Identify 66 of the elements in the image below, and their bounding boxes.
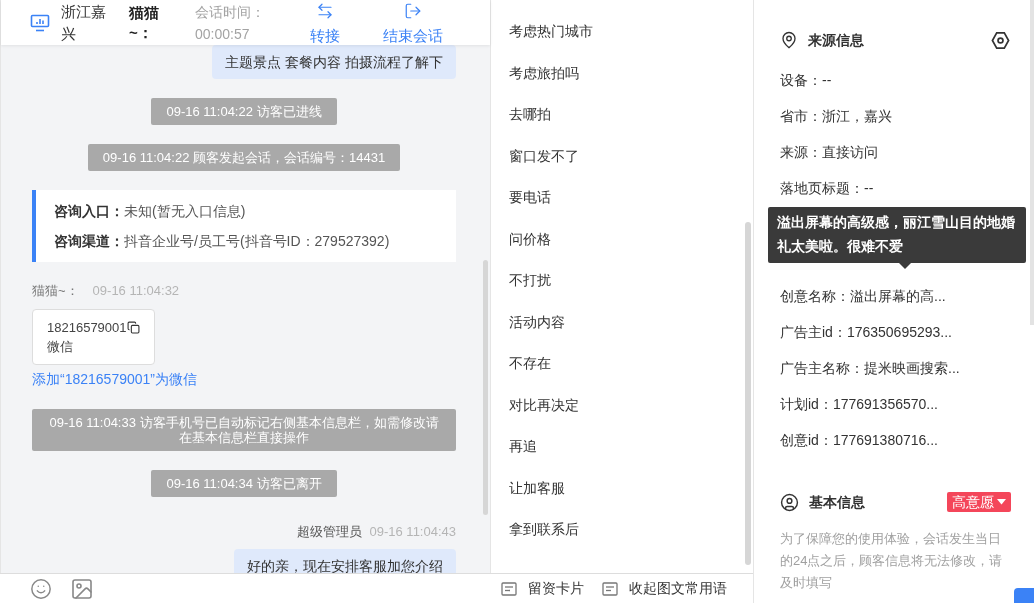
info-label: 咨询渠道： [54, 232, 124, 251]
exit-icon [404, 1, 422, 20]
quick-reply-item[interactable]: 窗口发不了 [509, 143, 753, 185]
note-text: 为了保障您的使用体验，会话发生当日的24点之后，顾客信息将无法修改，请及时填写 [780, 530, 1004, 592]
info-label: 咨询入口： [54, 202, 124, 221]
message-time: 09-16 11:04:43 [369, 522, 456, 541]
source-field: 广告主id：176350695293... [780, 321, 952, 343]
copy-icon[interactable] [126, 320, 140, 334]
source-field: 创意名称：溢出屏幕的高... [780, 285, 946, 307]
tooltip-pointer [899, 263, 911, 269]
source-field: 创意id：177691380716... [780, 429, 938, 451]
swap-arrows-icon [316, 1, 334, 20]
system-notice: 09-16 11:04:33 访客手机号已自动标记右侧基本信息栏，如需修改请在基本信息栏直接操作 [32, 408, 456, 451]
user-icon [780, 492, 799, 512]
settings-icon[interactable] [991, 30, 1010, 50]
quick-reply-item[interactable]: 不存在 [509, 351, 753, 393]
note-icon [602, 581, 618, 596]
section-title: 来源信息 [808, 30, 864, 50]
session-time: 00:00:57 [195, 24, 251, 44]
agent-message-bubble: 主题景点 套餐内容 拍摄流程了解下 [212, 45, 456, 79]
transfer-button[interactable]: 转接 [310, 0, 340, 46]
quick-reply-item[interactable]: 问价格 [509, 226, 753, 268]
intent-tag[interactable]: 高意愿 [947, 492, 1011, 512]
source-field: 计划id：177691356570... [780, 393, 938, 415]
quick-reply-item[interactable]: 考虑热门城市 [509, 19, 753, 61]
note-icon [501, 581, 517, 596]
emoji-icon[interactable] [30, 577, 52, 600]
section-title: 基本信息 [809, 492, 865, 512]
source-field: 省市：浙江，嘉兴 [780, 105, 892, 127]
caret-icon [997, 499, 1006, 505]
visitor-location: 浙江嘉兴 [61, 1, 107, 44]
end-session-button[interactable]: 结束会话 [383, 0, 443, 46]
quick-reply-item[interactable]: 不打扰 [509, 268, 753, 310]
sender-name: 超级管理员 [296, 522, 362, 541]
quick-reply-item[interactable]: 去哪拍 [509, 102, 753, 144]
footer-action[interactable]: 收起图文常用语 [602, 578, 727, 599]
monitor-chart-icon [30, 13, 50, 32]
quick-reply-item[interactable]: 考虑旅拍吗 [509, 60, 753, 102]
quick-reply-item[interactable]: 活动内容 [509, 309, 753, 351]
quick-reply-item[interactable]: 拿到联系后 [509, 517, 753, 559]
quick-reply-item[interactable]: 对比再决定 [509, 392, 753, 434]
footer-action[interactable]: 留资卡片 [501, 578, 584, 599]
chat-scrollbar[interactable] [483, 260, 488, 515]
visitor-name: 猫猫~： [129, 2, 160, 43]
info-value: 未知(暂无入口信息) [124, 202, 246, 221]
quick-reply-item[interactable]: 再追 [509, 434, 753, 476]
system-notice: 09-16 11:04:22 访客已进线 [151, 98, 337, 125]
source-field: 设备：-- [780, 69, 832, 91]
phone-number: 18216579001 [47, 318, 127, 337]
image-icon[interactable] [70, 576, 94, 601]
source-field: 广告主名称：提米映画搜索... [780, 357, 960, 379]
system-notice: 09-16 11:04:22 顾客发起会话，会话编号：14431 [87, 144, 401, 171]
card-label: 微信 [47, 337, 74, 356]
message-time: 09-16 11:04:32 [92, 282, 180, 300]
tooltip: 溢出屏幕的高级感，丽江雪山目的地婚礼太美啦。很难不爱 [768, 207, 1026, 263]
session-time-label: 会话时间： [195, 2, 266, 22]
agent-message-bubble: 好的亲，现在安排客服加您介绍 [234, 549, 456, 573]
source-field: 来源：直接访问 [780, 141, 878, 163]
quick-reply-item[interactable]: 让加客服 [509, 475, 753, 517]
list-scrollbar[interactable] [745, 222, 751, 565]
sender-name: 猫猫~： [32, 282, 79, 300]
location-pin-icon [780, 31, 798, 49]
quick-reply-item[interactable]: 要电话 [509, 185, 753, 227]
info-value: 抖音企业号/员工号(抖音号ID：279527392) [124, 232, 390, 251]
system-notice: 09-16 11:04:34 访客已离开 [151, 469, 337, 497]
source-field: 落地页标题：-- [780, 177, 874, 199]
